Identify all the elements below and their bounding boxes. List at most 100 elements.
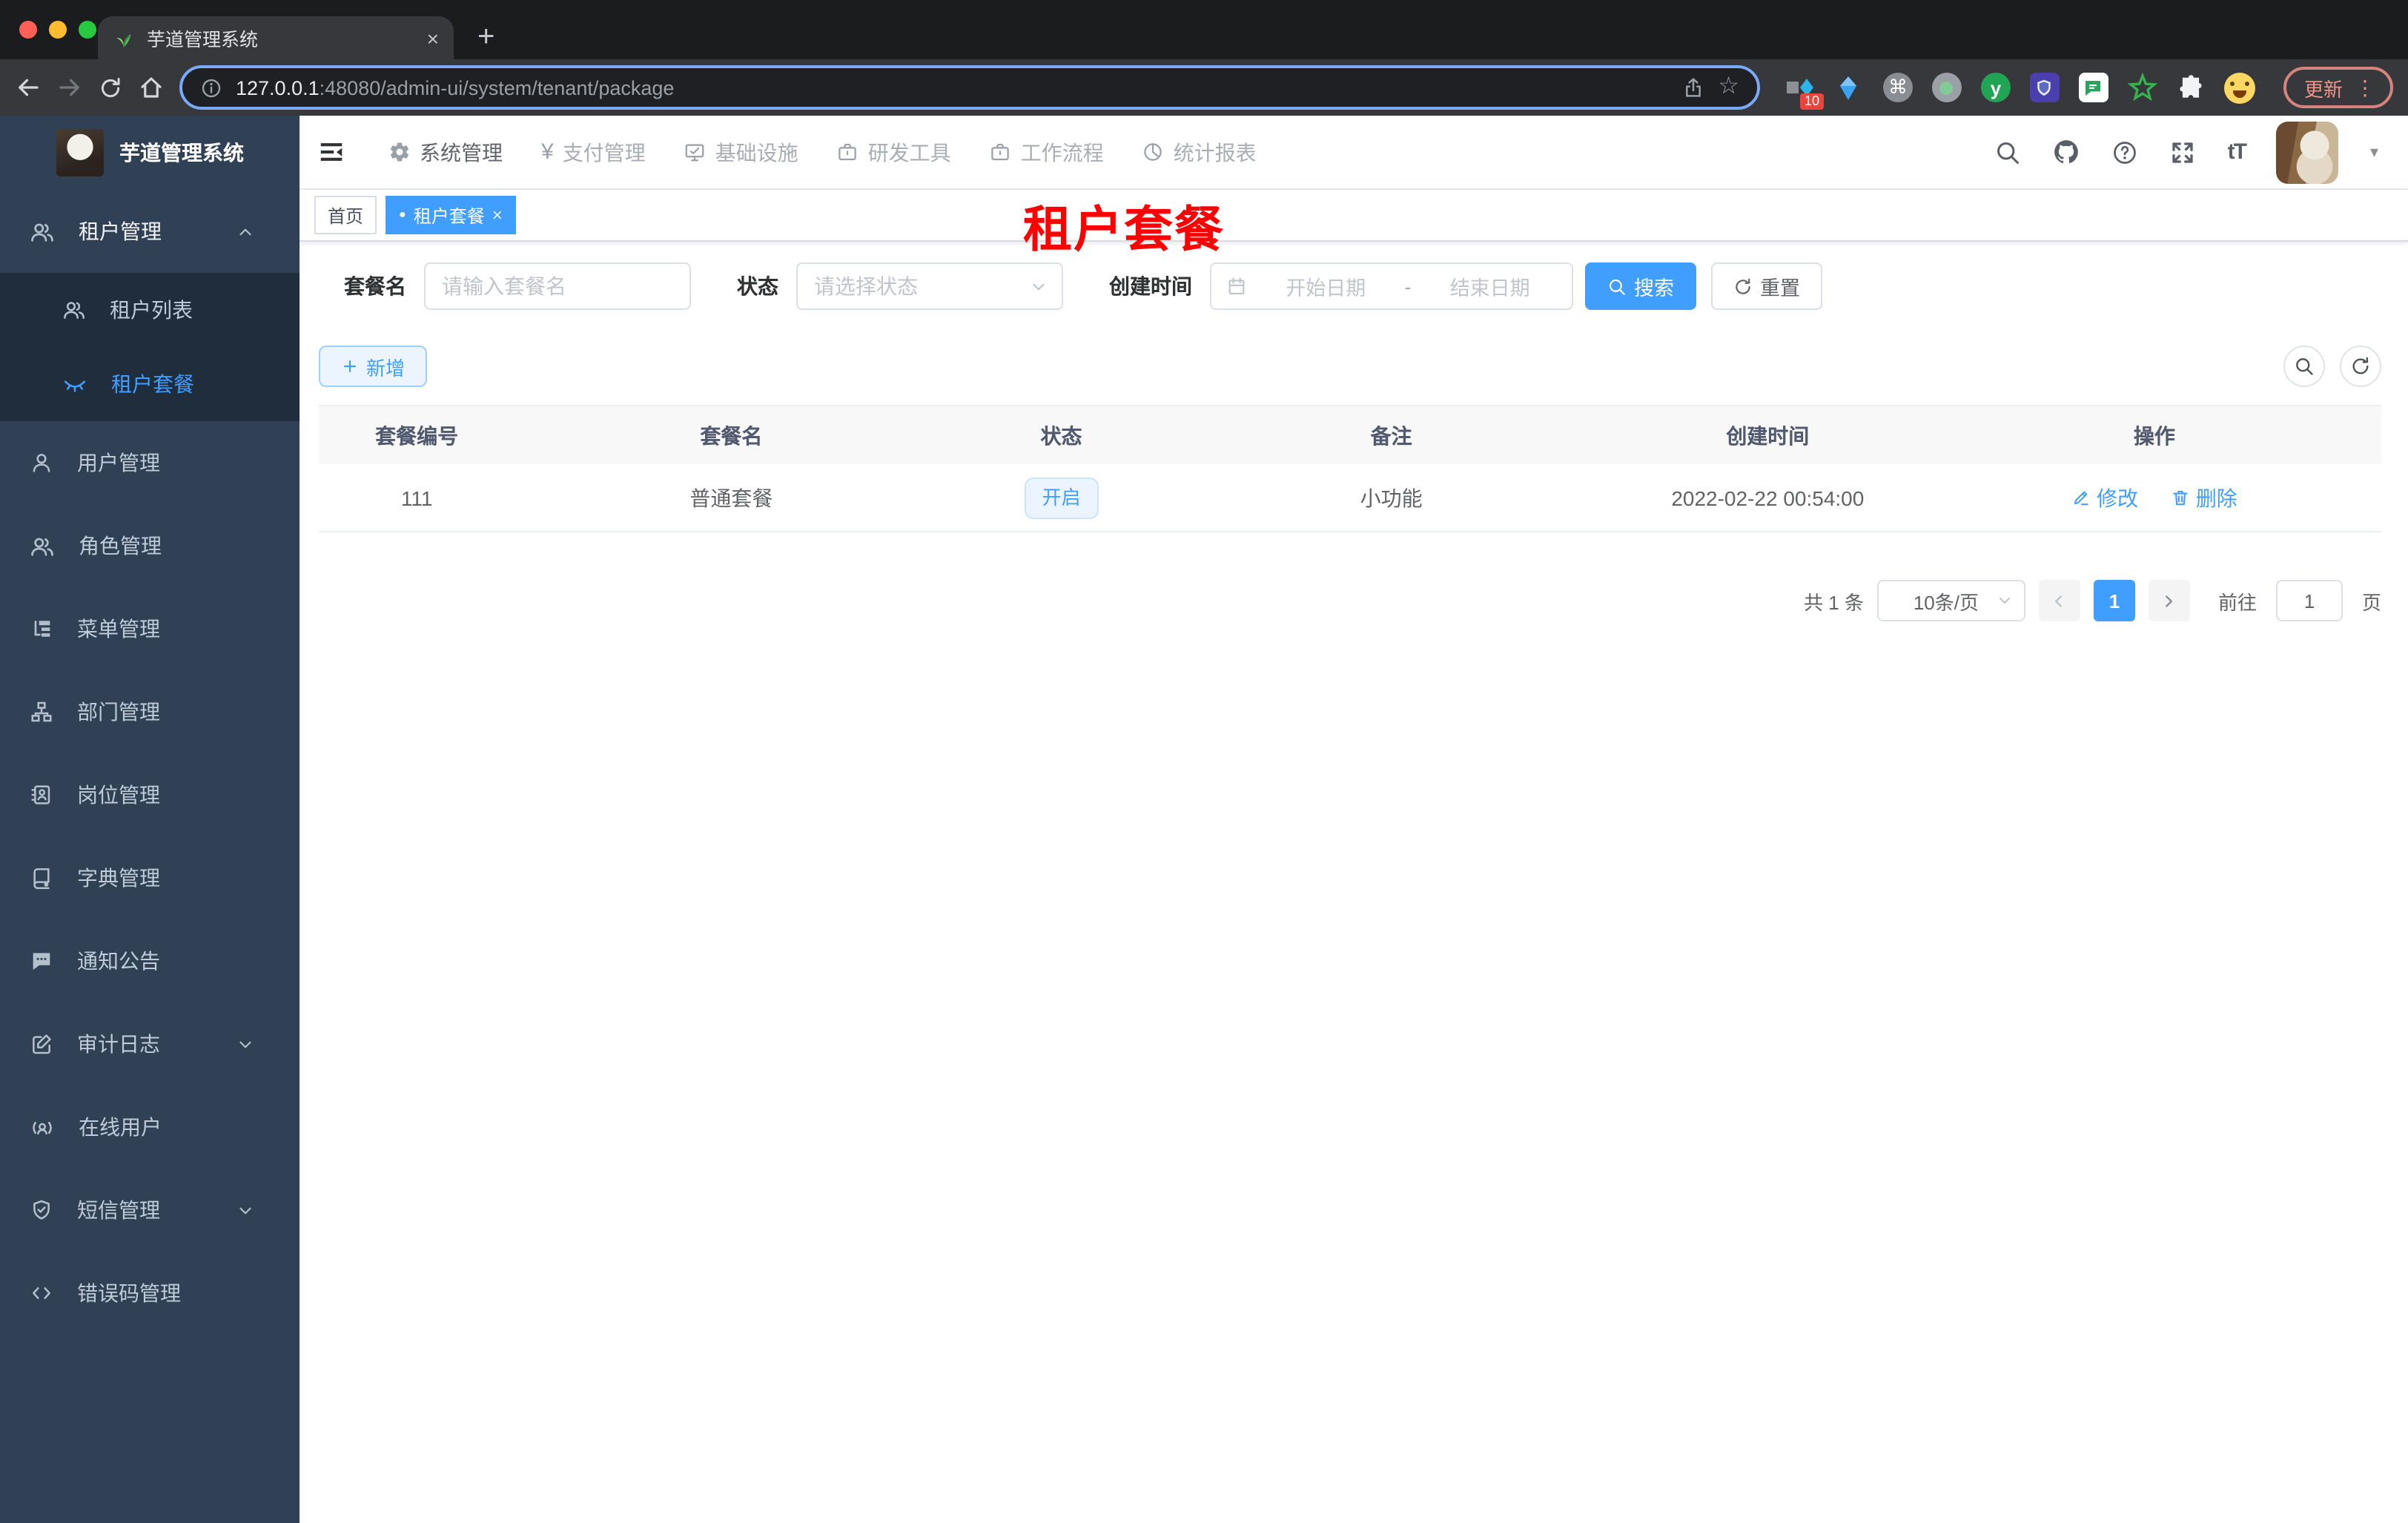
sidebar-item-error-code[interactable]: 错误码管理 bbox=[0, 1252, 300, 1335]
sidebar-item-tenant-package[interactable]: 租户套餐 bbox=[0, 347, 300, 421]
avatar-caret-icon[interactable]: ▾ bbox=[2370, 142, 2378, 162]
logo-image bbox=[56, 129, 103, 176]
page-size-select[interactable]: 10条/页 bbox=[1876, 580, 2025, 621]
extension-y-icon[interactable]: y bbox=[1979, 71, 2012, 104]
window-minimize-button[interactable] bbox=[49, 21, 67, 39]
sidebar-item-dept-management[interactable]: 部门管理 bbox=[0, 670, 300, 753]
chevron-down-icon bbox=[236, 1034, 255, 1054]
edit-log-icon bbox=[30, 1032, 53, 1056]
search-button[interactable]: 搜索 bbox=[1585, 262, 1696, 310]
topnav-label: 系统管理 bbox=[420, 140, 503, 164]
window-close-button[interactable] bbox=[19, 21, 37, 39]
sidebar-item-label: 通知公告 bbox=[77, 949, 160, 973]
package-name-input[interactable] bbox=[424, 262, 691, 310]
reset-button[interactable]: 重置 bbox=[1711, 262, 1822, 310]
user-avatar[interactable] bbox=[2276, 121, 2339, 183]
extension-command-icon[interactable]: ⌘ bbox=[1882, 71, 1914, 104]
window-zoom-button[interactable] bbox=[79, 21, 96, 39]
extension-gem-icon[interactable] bbox=[1833, 71, 1865, 104]
extension-shield-icon[interactable] bbox=[2028, 71, 2061, 104]
bookmark-star-icon[interactable]: ☆ bbox=[1718, 75, 1739, 99]
share-icon[interactable] bbox=[1681, 76, 1704, 99]
edit-link[interactable]: 修改 bbox=[2071, 483, 2138, 512]
sidebar-item-post-management[interactable]: 岗位管理 bbox=[0, 753, 300, 836]
browser-update-button[interactable]: 更新 ⋮ bbox=[2283, 67, 2393, 108]
status-label: 状态 bbox=[737, 274, 778, 298]
font-size-icon[interactable]: tT bbox=[2228, 139, 2247, 165]
toolbox-icon bbox=[990, 141, 1012, 163]
extension-puzzle-icon[interactable] bbox=[2175, 71, 2208, 104]
sidebar-item-tenant-management[interactable]: 租户管理 bbox=[0, 190, 300, 273]
topnav-label: 工作流程 bbox=[1020, 140, 1104, 164]
sidebar-item-label: 在线用户 bbox=[79, 1115, 162, 1139]
topnav-label: 基础设施 bbox=[715, 140, 798, 164]
extensions-strip: 10 ⌘ y bbox=[1784, 71, 2257, 110]
table-row[interactable]: 111 普通套餐 开启 小功能 2022-02-22 00:54:00 修改 删… bbox=[319, 464, 2381, 532]
page-number-button[interactable]: 1 bbox=[2093, 580, 2135, 621]
add-button[interactable]: 新增 bbox=[319, 346, 428, 387]
new-tab-button[interactable]: + bbox=[477, 22, 494, 52]
topnav-item-system[interactable]: 系统管理 bbox=[369, 137, 522, 167]
topnav-label: 支付管理 bbox=[562, 140, 646, 164]
extension-grid-icon[interactable]: 10 bbox=[1784, 71, 1824, 110]
prev-page-button[interactable] bbox=[2038, 580, 2080, 621]
table-search-toggle-button[interactable] bbox=[2283, 346, 2325, 387]
fullscreen-icon[interactable] bbox=[2170, 139, 2197, 165]
chevron-down-icon bbox=[236, 1200, 255, 1220]
extension-dot-circle-icon[interactable] bbox=[1931, 71, 1963, 104]
forward-icon[interactable] bbox=[56, 74, 83, 101]
table-refresh-button[interactable] bbox=[2340, 346, 2381, 387]
table-action-icons bbox=[2283, 346, 2381, 387]
header-search-icon[interactable] bbox=[1995, 139, 2022, 165]
sidebar-item-dict-management[interactable]: 字典管理 bbox=[0, 836, 300, 919]
extension-emoji-icon[interactable] bbox=[2224, 71, 2257, 104]
sidebar-fold-icon[interactable] bbox=[317, 138, 345, 166]
status-placeholder: 请选择状态 bbox=[814, 274, 918, 298]
sidebar-item-role-management[interactable]: 角色管理 bbox=[0, 504, 300, 587]
extension-star-icon[interactable] bbox=[2126, 71, 2159, 104]
topnav-item-reports[interactable]: 统计报表 bbox=[1123, 137, 1276, 167]
filter-form: 套餐名 状态 请选择状态 创建时间 开始日期 - 结束日期 bbox=[344, 262, 2381, 310]
sidebar-item-notice[interactable]: 通知公告 bbox=[0, 919, 300, 1002]
site-info-icon[interactable] bbox=[200, 76, 222, 99]
sidebar-item-online-users[interactable]: 在线用户 bbox=[0, 1086, 300, 1169]
extension-chat-icon[interactable] bbox=[2077, 71, 2110, 104]
shield-icon bbox=[30, 1198, 53, 1222]
home-icon[interactable] bbox=[138, 74, 165, 101]
delete-link-label: 删除 bbox=[2195, 486, 2237, 509]
package-table: 套餐编号 套餐名 状态 备注 创建时间 操作 111 普通套餐 开启 小功能 2… bbox=[319, 405, 2381, 532]
sidebar-item-label: 字典管理 bbox=[77, 866, 160, 890]
topnav-item-workflow[interactable]: 工作流程 bbox=[970, 137, 1123, 167]
help-icon[interactable] bbox=[2112, 139, 2139, 165]
sidebar-item-menu-management[interactable]: 菜单管理 bbox=[0, 587, 300, 670]
navbar-actions: tT ▾ bbox=[1995, 121, 2378, 183]
date-range-picker[interactable]: 开始日期 - 结束日期 bbox=[1210, 262, 1573, 310]
browser-tab[interactable]: 芋道管理系统 × bbox=[98, 16, 454, 59]
sidebar-logo[interactable]: 芋道管理系统 bbox=[0, 116, 300, 190]
github-icon[interactable] bbox=[2053, 138, 2081, 166]
tag-tenant-package[interactable]: ● 租户套餐 × bbox=[386, 196, 516, 234]
sidebar-item-label: 租户套餐 bbox=[111, 372, 194, 396]
topnav-item-payment[interactable]: ¥ 支付管理 bbox=[522, 137, 665, 167]
back-icon[interactable] bbox=[15, 74, 42, 101]
tab-close-icon[interactable]: × bbox=[427, 27, 439, 48]
topnav-item-infrastructure[interactable]: 基础设施 bbox=[665, 137, 818, 167]
topnav-item-dev-tools[interactable]: 研发工具 bbox=[818, 137, 970, 167]
sidebar-item-tenant-list[interactable]: 租户列表 bbox=[0, 273, 300, 347]
address-bar[interactable]: 127.0.0.1:48080/admin-ui/system/tenant/p… bbox=[179, 65, 1760, 110]
column-header: 备注 bbox=[1370, 423, 1412, 447]
sidebar-item-sms-management[interactable]: 短信管理 bbox=[0, 1169, 300, 1252]
sidebar-item-label: 用户管理 bbox=[77, 451, 160, 475]
browser-menu-kebab-icon[interactable]: ⋮ bbox=[2355, 75, 2375, 100]
top-nav: 系统管理 ¥ 支付管理 基础设施 研发工具 工作流程 统计报表 bbox=[369, 137, 1276, 167]
dashboard-icon bbox=[1142, 141, 1165, 163]
sidebar-item-audit-log[interactable]: 审计日志 bbox=[0, 1002, 300, 1086]
reload-icon[interactable] bbox=[98, 75, 123, 100]
tag-home[interactable]: 首页 bbox=[314, 196, 377, 234]
sidebar-item-user-management[interactable]: 用户管理 bbox=[0, 421, 300, 504]
delete-link[interactable]: 删除 bbox=[2171, 483, 2237, 512]
tag-close-icon[interactable]: × bbox=[492, 206, 503, 224]
next-page-button[interactable] bbox=[2148, 580, 2190, 621]
goto-page-input[interactable] bbox=[2275, 580, 2343, 621]
status-select[interactable]: 请选择状态 bbox=[796, 262, 1063, 310]
